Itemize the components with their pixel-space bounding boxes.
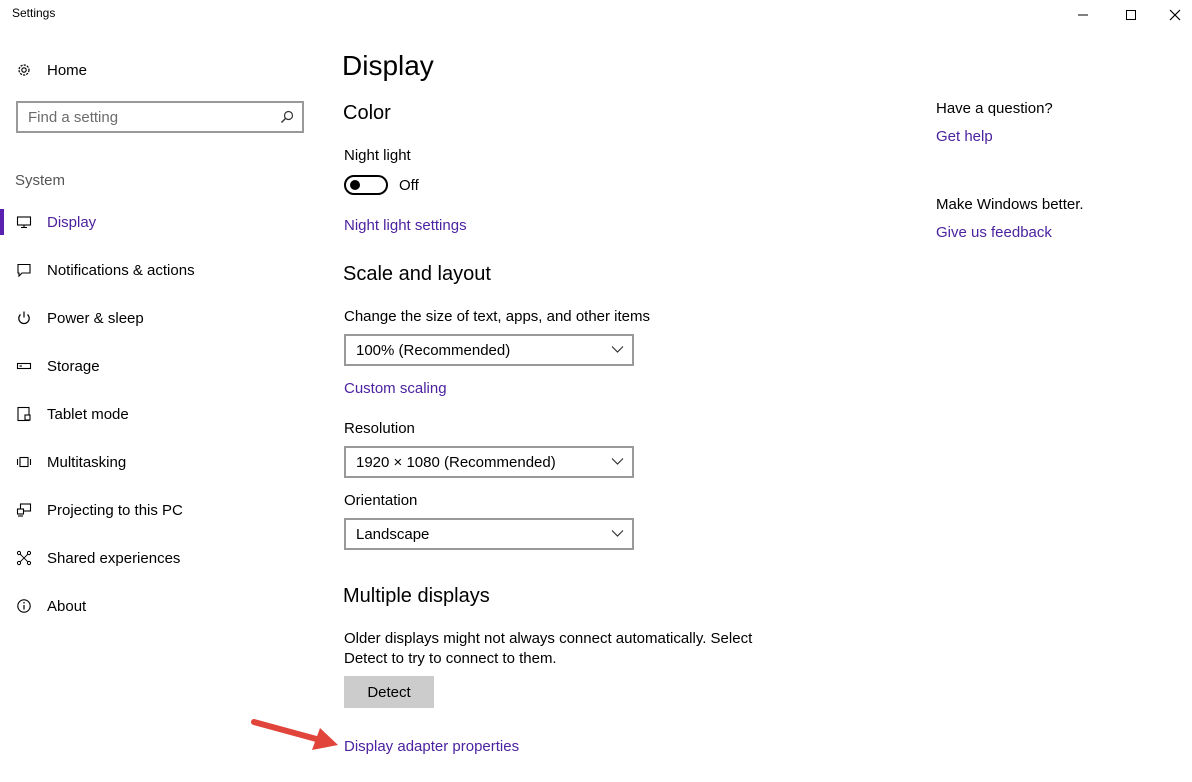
- sidebar-item-tablet-mode[interactable]: Tablet mode: [0, 397, 320, 431]
- section-heading-color: Color: [343, 102, 391, 124]
- maximize-icon: [1126, 10, 1136, 20]
- minimize-button[interactable]: [1060, 0, 1106, 30]
- detect-button[interactable]: Detect: [344, 676, 434, 708]
- multiple-displays-description-line1: Older displays might not always connect …: [344, 630, 753, 647]
- sidebar-item-label: Multitasking: [47, 453, 127, 471]
- orientation-select-value: Landscape: [356, 525, 430, 543]
- feedback-heading: Make Windows better.: [936, 196, 1084, 213]
- help-heading: Have a question?: [936, 100, 1053, 117]
- section-label-system: System: [15, 172, 66, 189]
- custom-scaling-link[interactable]: Custom scaling: [344, 380, 447, 397]
- give-feedback-link[interactable]: Give us feedback: [936, 224, 1052, 241]
- nav-home-label: Home: [47, 61, 88, 79]
- notification-icon: [15, 261, 33, 279]
- sidebar-item-display[interactable]: Display: [0, 205, 320, 239]
- power-icon: [15, 309, 33, 327]
- nav-home[interactable]: Home: [15, 57, 87, 83]
- maximize-button[interactable]: [1108, 0, 1154, 30]
- sidebar-item-storage[interactable]: Storage: [0, 349, 320, 383]
- gear-icon: [15, 61, 33, 79]
- annotation-arrow: [251, 719, 338, 750]
- resolution-select[interactable]: 1920 × 1080 (Recommended): [344, 446, 634, 478]
- storage-icon: [15, 357, 33, 375]
- sidebar-item-label: Notifications & actions: [47, 261, 195, 279]
- sidebar-item-multitasking[interactable]: Multitasking: [0, 445, 320, 479]
- night-light-toggle[interactable]: [344, 175, 388, 195]
- orientation-label: Orientation: [344, 492, 418, 509]
- toggle-knob: [350, 180, 360, 190]
- search-box[interactable]: [16, 101, 304, 133]
- sidebar-item-label: About: [47, 597, 87, 615]
- chevron-down-icon: [611, 530, 624, 537]
- chevron-down-icon: [611, 458, 624, 465]
- window-title: Settings: [12, 6, 56, 20]
- info-icon: [15, 597, 33, 615]
- sidebar-item-label: Projecting to this PC: [47, 501, 183, 519]
- multiple-displays-description-line2: Detect to try to connect to them.: [344, 650, 557, 667]
- sidebar-item-power[interactable]: Power & sleep: [0, 301, 320, 335]
- get-help-link[interactable]: Get help: [936, 128, 993, 145]
- monitor-icon: [15, 213, 33, 231]
- size-select-value: 100% (Recommended): [356, 341, 511, 359]
- display-adapter-properties-link[interactable]: Display adapter properties: [344, 738, 519, 755]
- minimize-icon: [1078, 14, 1088, 16]
- tablet-icon: [15, 405, 33, 423]
- sidebar-item-label: Power & sleep: [47, 309, 144, 327]
- sidebar-item-notifications[interactable]: Notifications & actions: [0, 253, 320, 287]
- chevron-down-icon: [611, 346, 624, 353]
- night-light-label: Night light: [344, 147, 411, 164]
- orientation-select[interactable]: Landscape: [344, 518, 634, 550]
- page-title: Display: [342, 50, 434, 81]
- shared-icon: [15, 549, 33, 567]
- sidebar-item-label: Shared experiences: [47, 549, 181, 567]
- resolution-select-value: 1920 × 1080 (Recommended): [356, 453, 556, 471]
- section-heading-scale: Scale and layout: [343, 263, 491, 285]
- sidebar-item-projecting[interactable]: Projecting to this PC: [0, 493, 320, 527]
- size-label: Change the size of text, apps, and other…: [344, 308, 651, 325]
- close-icon: [1169, 9, 1181, 21]
- size-select[interactable]: 100% (Recommended): [344, 334, 634, 366]
- search-icon[interactable]: [280, 110, 294, 129]
- close-button[interactable]: [1152, 0, 1192, 30]
- sidebar-item-about[interactable]: About: [0, 589, 320, 623]
- multitasking-icon: [15, 453, 33, 471]
- sidebar-item-label: Tablet mode: [47, 405, 129, 423]
- night-light-settings-link[interactable]: Night light settings: [344, 217, 467, 234]
- resolution-label: Resolution: [344, 420, 415, 437]
- sidebar-item-shared-experiences[interactable]: Shared experiences: [0, 541, 320, 575]
- projecting-icon: [15, 501, 33, 519]
- sidebar-item-label: Storage: [47, 357, 100, 375]
- night-light-state: Off: [399, 177, 419, 194]
- sidebar-item-label: Display: [47, 213, 97, 231]
- search-input[interactable]: [18, 103, 278, 131]
- section-heading-multiple-displays: Multiple displays: [343, 585, 490, 607]
